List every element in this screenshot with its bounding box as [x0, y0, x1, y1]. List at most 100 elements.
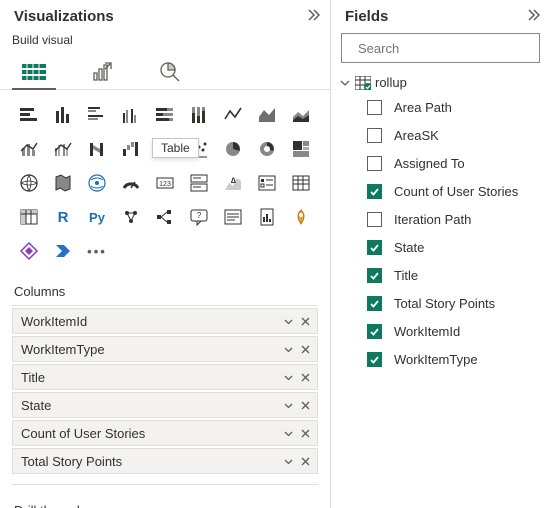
viz-clustered-bar[interactable] [82, 100, 112, 130]
field-checkbox[interactable] [367, 128, 382, 143]
build-tab-analytics[interactable] [148, 55, 192, 89]
field-row[interactable]: Assigned To [367, 152, 540, 174]
viz-pie[interactable] [218, 134, 248, 164]
viz-ribbon[interactable] [82, 134, 112, 164]
remove-icon[interactable] [300, 316, 311, 327]
viz-decomposition-tree[interactable] [150, 202, 180, 232]
well-label: State [21, 398, 51, 413]
field-label: Count of User Stories [394, 184, 518, 199]
chevron-down-icon[interactable] [283, 316, 294, 327]
viz-filled-map[interactable] [48, 168, 78, 198]
chevron-down-icon[interactable] [283, 372, 294, 383]
fields-list: Area Path AreaSK Assigned To Count of User … [339, 96, 540, 370]
viz-donut[interactable] [252, 134, 282, 164]
chevron-down-icon[interactable] [283, 400, 294, 411]
field-row[interactable]: Count of User Stories [367, 180, 540, 202]
field-row[interactable]: WorkItemType [367, 348, 540, 370]
viz-stacked-area[interactable] [286, 100, 316, 130]
viz-r-visual[interactable]: R [48, 202, 78, 232]
viz-treemap[interactable] [286, 134, 316, 164]
field-row[interactable]: Title [367, 264, 540, 286]
field-checkbox[interactable] [367, 184, 382, 199]
column-well[interactable]: Count of User Stories [12, 420, 318, 446]
field-label: WorkItemId [394, 324, 460, 339]
viz-qna[interactable]: ? [184, 202, 214, 232]
viz-waterfall[interactable] [116, 134, 146, 164]
divider [12, 484, 318, 485]
remove-icon[interactable] [300, 372, 311, 383]
remove-icon[interactable] [300, 344, 311, 355]
chevron-down-icon [339, 77, 351, 89]
viz-line-stacked-column[interactable] [14, 134, 44, 164]
remove-icon[interactable] [300, 400, 311, 411]
column-well[interactable]: WorkItemId [12, 308, 318, 334]
collapse-icon[interactable] [306, 8, 320, 25]
field-row[interactable]: State [367, 236, 540, 258]
field-checkbox[interactable] [367, 324, 382, 339]
table-node[interactable]: rollup [339, 73, 540, 96]
column-well[interactable]: WorkItemType [12, 336, 318, 362]
search-input[interactable] [358, 41, 534, 56]
viz-smart-narrative[interactable] [218, 202, 248, 232]
viz-scatter[interactable] [184, 134, 214, 164]
viz-power-apps[interactable] [14, 236, 44, 266]
viz-paginated-report[interactable] [252, 202, 282, 232]
viz-multi-row-card[interactable] [184, 168, 214, 198]
viz-slicer[interactable] [252, 168, 282, 198]
field-checkbox[interactable] [367, 212, 382, 227]
column-well[interactable]: Title [12, 364, 318, 390]
field-row[interactable]: Total Story Points [367, 292, 540, 314]
viz-area[interactable] [252, 100, 282, 130]
viz-clustered-column[interactable] [116, 100, 146, 130]
viz-py-visual[interactable]: Py [82, 202, 112, 232]
viz-line[interactable] [218, 100, 248, 130]
viz-table[interactable] [286, 168, 316, 198]
viz-pane-title: Visualizations [14, 8, 114, 25]
fields-pane: Fields rollup Area Path AreaSK Assigned To… [331, 0, 550, 508]
viz-100-stacked-column[interactable] [184, 100, 214, 130]
viz-key-influencers[interactable] [116, 202, 146, 232]
field-checkbox[interactable] [367, 240, 382, 255]
field-label: WorkItemType [394, 352, 478, 367]
column-well[interactable]: Total Story Points [12, 448, 318, 474]
svg-text:123: 123 [159, 181, 171, 188]
field-checkbox[interactable] [367, 296, 382, 311]
fields-tree: rollup Area Path AreaSK Assigned To Count o… [331, 73, 550, 370]
viz-map[interactable] [14, 168, 44, 198]
column-well[interactable]: State [12, 392, 318, 418]
chevron-down-icon[interactable] [283, 344, 294, 355]
build-tab-format[interactable] [80, 55, 124, 89]
viz-gauge[interactable] [116, 168, 146, 198]
viz-stacked-bar[interactable] [14, 100, 44, 130]
viz-get-more[interactable]: ••• [82, 236, 112, 266]
field-checkbox[interactable] [367, 100, 382, 115]
viz-100-stacked-bar[interactable] [150, 100, 180, 130]
viz-matrix[interactable] [14, 202, 44, 232]
viz-power-automate[interactable] [48, 236, 78, 266]
viz-line-clustered-column[interactable] [48, 134, 78, 164]
field-checkbox[interactable] [367, 156, 382, 171]
viz-funnel[interactable] [150, 134, 180, 164]
field-label: Iteration Path [394, 212, 471, 227]
field-row[interactable]: AreaSK [367, 124, 540, 146]
build-tab-visual[interactable] [12, 55, 56, 89]
viz-arcgis[interactable] [286, 202, 316, 232]
viz-card[interactable]: 123 [150, 168, 180, 198]
viz-azure-map[interactable] [82, 168, 112, 198]
fields-search[interactable] [341, 33, 540, 63]
field-checkbox[interactable] [367, 352, 382, 367]
field-row[interactable]: WorkItemId [367, 320, 540, 342]
viz-stacked-column[interactable] [48, 100, 78, 130]
field-row[interactable]: Area Path [367, 96, 540, 118]
chevron-down-icon[interactable] [283, 456, 294, 467]
viz-kpi[interactable]: ∆ [218, 168, 248, 198]
remove-icon[interactable] [300, 428, 311, 439]
field-row[interactable]: Iteration Path [367, 208, 540, 230]
collapse-icon[interactable] [526, 8, 540, 25]
columns-section-label: Columns [12, 276, 318, 305]
well-label: WorkItemId [21, 314, 87, 329]
remove-icon[interactable] [300, 456, 311, 467]
field-checkbox[interactable] [367, 268, 382, 283]
chevron-down-icon[interactable] [283, 428, 294, 439]
fields-pane-header: Fields [331, 0, 550, 31]
